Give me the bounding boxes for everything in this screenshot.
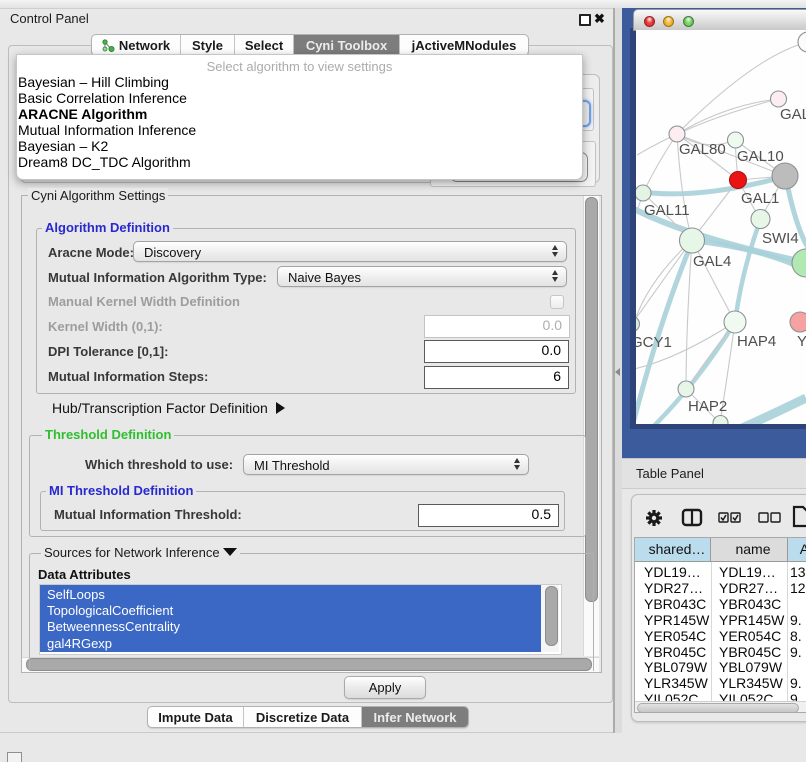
svg-text:GAL10: GAL10 <box>737 148 784 165</box>
svg-text:GCY1: GCY1 <box>636 334 672 351</box>
svg-text:GAL11: GAL11 <box>644 202 690 219</box>
svg-text:GAL: GAL <box>780 106 806 123</box>
svg-text:GAL1: GAL1 <box>741 190 779 207</box>
svg-text:SWI4: SWI4 <box>762 230 799 247</box>
svg-text:Y: Y <box>797 333 806 350</box>
svg-text:HAP2: HAP2 <box>688 398 727 415</box>
svg-text:GAL4: GAL4 <box>693 253 731 270</box>
svg-text:HAP4: HAP4 <box>737 333 776 350</box>
svg-text:GAL80: GAL80 <box>679 141 726 158</box>
